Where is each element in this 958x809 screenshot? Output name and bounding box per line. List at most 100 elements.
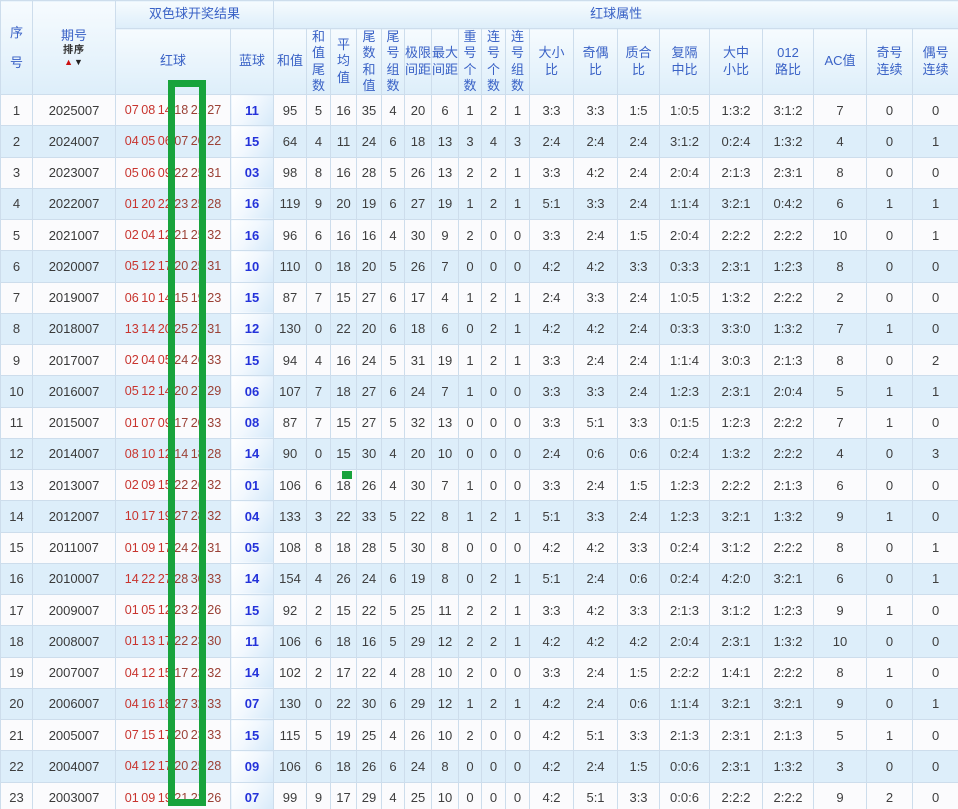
attribute-cell: 6 — [431, 312, 460, 346]
attribute-cell: 5 — [381, 343, 406, 377]
attribute-cell: 5 — [306, 93, 332, 127]
attribute-cell: 0 — [912, 593, 958, 627]
attribute-cell: 0 — [481, 375, 507, 408]
period-cell: 2008007 — [32, 625, 116, 658]
attribute-cell: 5:1 — [573, 781, 619, 809]
attribute-cell: 4 — [306, 343, 332, 377]
attribute-cell: 4 — [381, 656, 406, 689]
attribute-cell: 20 — [330, 187, 358, 221]
attribute-cell: 30 — [356, 437, 383, 471]
attribute-cell: 9 — [306, 187, 332, 221]
column-header-tail-sum: 尾数 和值 — [356, 28, 383, 95]
attribute-cell: 4 — [381, 218, 406, 252]
serial-cell: 3 — [0, 156, 33, 189]
attribute-cell: 22 — [330, 687, 358, 721]
attribute-cell: 22 — [356, 656, 383, 689]
attribute-cell: 3:1:2 — [659, 125, 711, 158]
attribute-cell: 2 — [813, 281, 868, 314]
sort-arrows[interactable]: ▲▼ — [64, 58, 84, 67]
attribute-cell: 2 — [481, 593, 507, 627]
red-balls-cell: 06 10 14 15 19 23 — [115, 281, 231, 314]
attribute-cell: 30 — [404, 531, 433, 564]
period-cell: 2003007 — [32, 781, 116, 809]
attribute-cell: 2:1:3 — [709, 156, 764, 189]
attribute-cell: 2:4 — [617, 156, 661, 189]
attribute-cell: 16 — [330, 218, 358, 252]
attribute-cell: 3:3 — [529, 468, 575, 502]
attribute-cell: 3:3 — [529, 593, 575, 627]
attribute-cell: 28 — [356, 531, 383, 564]
attribute-cell: 3 — [813, 750, 868, 783]
attribute-cell: 1 — [458, 375, 483, 408]
attribute-cell: 2:1:3 — [659, 593, 711, 627]
attribute-cell: 0 — [912, 406, 958, 439]
serial-cell: 12 — [0, 437, 33, 471]
attribute-cell: 2:3:1 — [709, 625, 764, 658]
red-balls-cell: 01 09 17 24 26 31 — [115, 531, 231, 564]
attribute-cell: 3:3 — [617, 781, 661, 809]
attribute-cell: 90 — [273, 437, 308, 471]
attribute-cell: 0 — [912, 750, 958, 783]
attribute-cell: 0 — [912, 250, 958, 283]
attribute-cell: 0:6 — [573, 437, 619, 471]
attribute-cell: 19 — [431, 343, 460, 377]
red-ball-group-back: 07 20 22 — [174, 134, 222, 149]
blue-ball-cell: 16 — [229, 218, 275, 252]
attribute-cell: 4 — [813, 125, 868, 158]
red-ball-group-front: 04 12 17 — [124, 759, 172, 774]
attribute-cell: 2:4 — [573, 125, 619, 158]
attribute-cell: 2:4 — [529, 437, 575, 471]
table-row: 16 2010007 14 22 27 28 30 33 14 154 4 26 24 6 19 8… — [0, 562, 958, 596]
serial-cell: 7 — [0, 281, 33, 314]
attribute-cell: 2:2:2 — [709, 781, 764, 809]
red-ball-group-front: 07 08 14 — [124, 103, 172, 118]
attribute-cell: 0 — [481, 437, 507, 471]
attribute-cell: 6 — [381, 562, 406, 596]
attribute-cell: 0 — [912, 656, 958, 689]
attribute-cell: 3 — [306, 500, 332, 533]
sort-desc-icon[interactable]: ▼ — [74, 57, 84, 67]
sort-asc-icon[interactable]: ▲ — [64, 57, 74, 67]
attribute-cell: 0:6 — [617, 437, 661, 471]
period-cell: 2004007 — [32, 750, 116, 783]
attribute-cell: 0 — [866, 93, 914, 127]
attribute-cell: 5 — [381, 625, 406, 658]
banner-draw-results: 双色球开奖结果 — [114, 0, 275, 29]
attribute-cell: 3:3 — [529, 656, 575, 689]
attribute-cell: 0 — [866, 468, 914, 502]
attribute-cell: 8 — [306, 531, 332, 564]
attribute-cell: 1 — [505, 625, 531, 658]
attribute-cell: 10 — [431, 437, 460, 471]
period-cell: 2009007 — [32, 593, 116, 627]
attribute-cell: 20 — [404, 93, 433, 127]
serial-cell: 21 — [0, 718, 33, 752]
table-body: 1 2025007 07 08 14 18 21 27 11 95 5 16 35 4 20 6 1 2… — [0, 93, 958, 809]
attribute-cell: 6 — [381, 312, 406, 346]
attribute-cell: 25 — [404, 781, 433, 809]
attribute-cell: 1:2:3 — [659, 500, 711, 533]
blue-ball-cell: 03 — [229, 156, 275, 189]
attribute-cell: 7 — [306, 281, 332, 314]
attribute-cell: 8 — [813, 343, 868, 377]
attribute-cell: 9 — [813, 500, 868, 533]
attribute-cell: 3:0:3 — [709, 343, 764, 377]
attribute-cell: 115 — [273, 718, 308, 752]
attribute-cell: 6 — [381, 375, 406, 408]
attribute-cell: 1 — [912, 375, 958, 408]
attribute-cell: 1:5 — [617, 218, 661, 252]
blue-ball-cell: 08 — [229, 406, 275, 439]
attribute-cell: 2:3:1 — [709, 750, 764, 783]
attribute-cell: 4:2 — [529, 625, 575, 658]
table-row: 11 2015007 01 07 09 17 20 33 08 87 7 15 27 5 32 13… — [0, 406, 958, 439]
attribute-cell: 0 — [458, 750, 483, 783]
period-cell: 2016007 — [32, 375, 116, 408]
attribute-cell: 0 — [912, 718, 958, 752]
attribute-cell: 4 — [813, 437, 868, 471]
attribute-cell: 1:2:3 — [659, 375, 711, 408]
attribute-cell: 2:4 — [573, 218, 619, 252]
period-cell: 2023007 — [32, 156, 116, 189]
red-balls-cell: 08 10 12 14 18 28 — [115, 437, 231, 471]
attribute-cell: 0 — [458, 562, 483, 596]
attribute-cell: 0:4:2 — [762, 187, 815, 221]
attribute-cell: 1 — [458, 93, 483, 127]
